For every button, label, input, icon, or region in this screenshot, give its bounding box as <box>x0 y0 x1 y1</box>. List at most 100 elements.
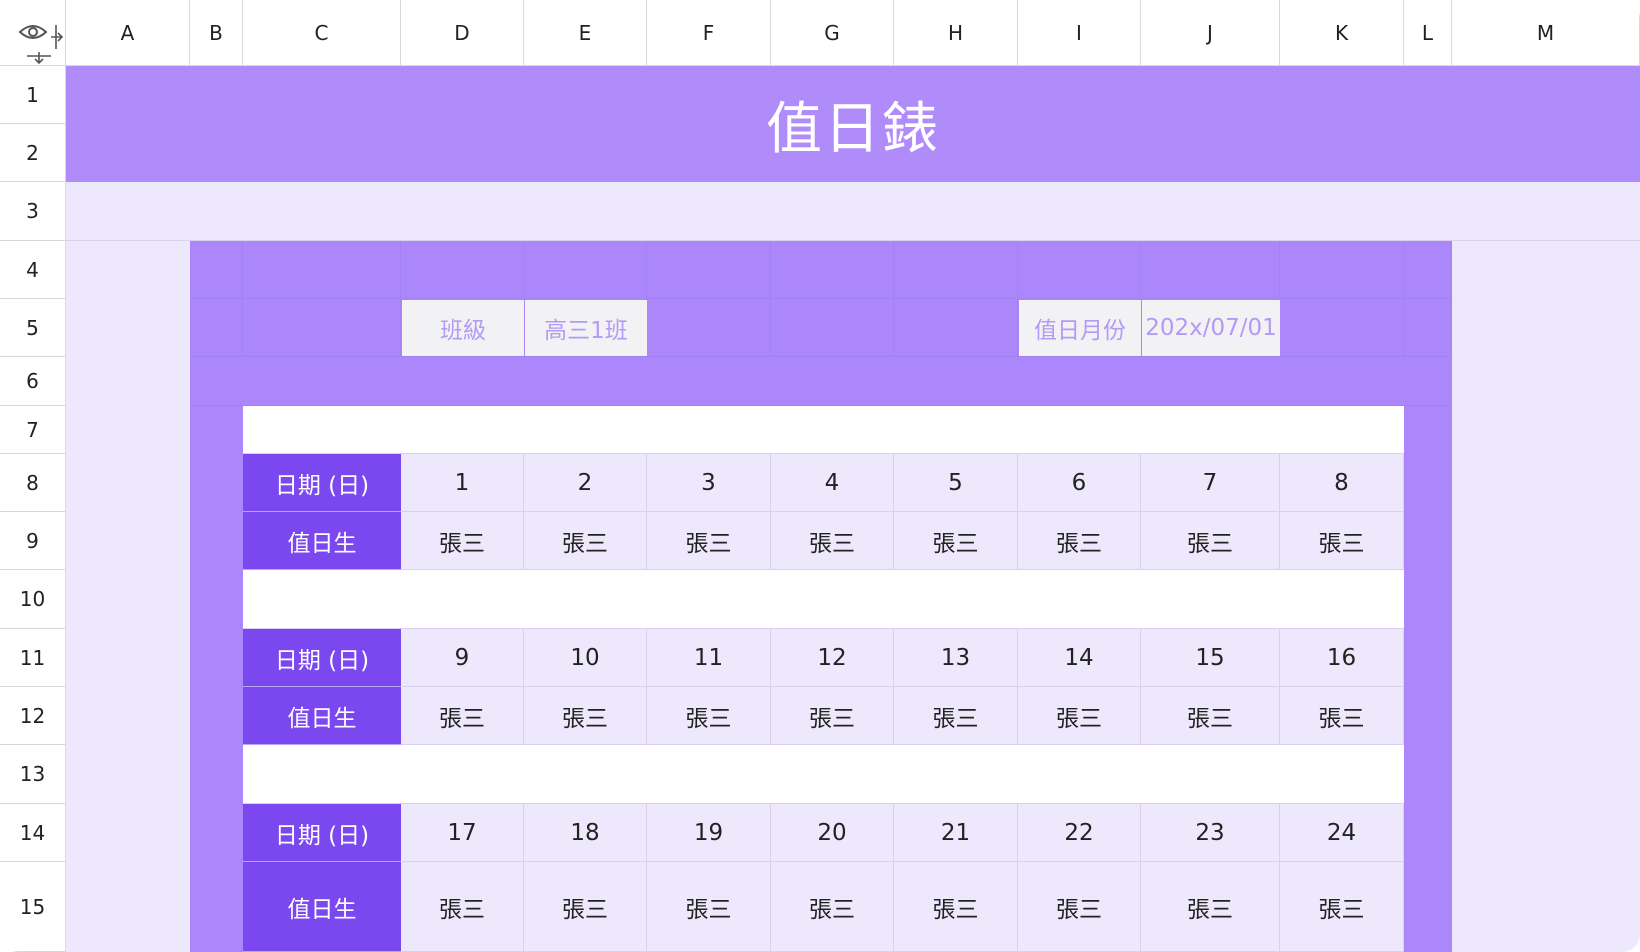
row-header-3[interactable]: 3 <box>0 182 66 241</box>
row-header-11[interactable]: 11 <box>0 629 66 687</box>
sheet-title: 值日錶 <box>766 96 940 162</box>
duty-name-cell[interactable]: 張三 <box>647 862 771 952</box>
date-cell[interactable]: 22 <box>1018 804 1141 862</box>
column-header-m[interactable]: M <box>1452 0 1640 66</box>
row-header-2[interactable]: 2 <box>0 124 66 182</box>
duty-name-cell[interactable]: 張三 <box>1018 862 1141 952</box>
duty-name-cell[interactable]: 張三 <box>647 512 771 570</box>
duty-name-cell[interactable]: 張三 <box>524 687 647 745</box>
frame-cell <box>771 299 894 357</box>
duty-name-cell[interactable]: 張三 <box>894 862 1018 952</box>
row-header-8[interactable]: 8 <box>0 454 66 512</box>
column-header-b[interactable]: B <box>190 0 243 66</box>
date-cell[interactable]: 11 <box>647 629 771 687</box>
duty-name-cell[interactable]: 張三 <box>894 512 1018 570</box>
column-header-h[interactable]: H <box>894 0 1018 66</box>
row-header-13[interactable]: 13 <box>0 745 66 804</box>
date-cell[interactable]: 23 <box>1141 804 1280 862</box>
row-header-14[interactable]: 14 <box>0 804 66 862</box>
row-header-4[interactable]: 4 <box>0 241 66 299</box>
date-cell[interactable]: 6 <box>1018 454 1141 512</box>
spreadsheet: ABCDEFGHIJKLM 1 2 3 4 5 6 7 8 9 10 11 12 13 14 15 值日錶班… <box>0 0 1640 952</box>
column-header-g[interactable]: G <box>771 0 894 66</box>
duty-name-cell[interactable]: 張三 <box>771 862 894 952</box>
duty-name-cell[interactable]: 張三 <box>1141 512 1280 570</box>
duty-name-cell[interactable]: 張三 <box>1280 862 1404 952</box>
duty-name-cell[interactable]: 張三 <box>524 862 647 952</box>
frame-cell <box>1018 241 1141 299</box>
eye-icon[interactable] <box>18 22 48 42</box>
frame-cell <box>1280 299 1404 357</box>
date-cell[interactable]: 9 <box>401 629 524 687</box>
row-header-5[interactable]: 5 <box>0 299 66 357</box>
date-cell[interactable]: 3 <box>647 454 771 512</box>
date-cell[interactable]: 18 <box>524 804 647 862</box>
column-header-a[interactable]: A <box>66 0 190 66</box>
frame-cell <box>771 241 894 299</box>
class-value[interactable]: 高三1班 <box>525 300 647 356</box>
duty-name-cell[interactable]: 張三 <box>771 512 894 570</box>
duty-name-cell[interactable]: 張三 <box>647 687 771 745</box>
month-value[interactable]: 202x/07/01 <box>1142 300 1280 356</box>
date-cell[interactable]: 16 <box>1280 629 1404 687</box>
duty-name-cell[interactable]: 張三 <box>401 512 524 570</box>
row-header-9[interactable]: 9 <box>0 512 66 570</box>
date-cell[interactable]: 21 <box>894 804 1018 862</box>
date-cell[interactable]: 10 <box>524 629 647 687</box>
frame-cell <box>401 241 524 299</box>
date-cell[interactable]: 24 <box>1280 804 1404 862</box>
date-cell[interactable]: 1 <box>401 454 524 512</box>
spacer-row-13 <box>243 745 1404 804</box>
date-label: 日期 (日) <box>243 629 401 687</box>
frame-cell <box>894 299 1018 357</box>
duty-label: 值日生 <box>243 512 401 570</box>
row-header-15[interactable]: 15 <box>0 862 66 952</box>
row-header-10[interactable]: 10 <box>0 570 66 629</box>
column-header-e[interactable]: E <box>524 0 647 66</box>
duty-name-cell[interactable]: 張三 <box>1141 862 1280 952</box>
duty-name-cell[interactable]: 張三 <box>771 687 894 745</box>
frame-cell <box>190 299 243 357</box>
column-header-c[interactable]: C <box>243 0 401 66</box>
date-cell[interactable]: 2 <box>524 454 647 512</box>
duty-name-cell[interactable]: 張三 <box>401 862 524 952</box>
duty-name-cell[interactable]: 張三 <box>1280 512 1404 570</box>
date-cell[interactable]: 8 <box>1280 454 1404 512</box>
column-header-f[interactable]: F <box>647 0 771 66</box>
date-label: 日期 (日) <box>243 454 401 512</box>
duty-name-cell[interactable]: 張三 <box>1141 687 1280 745</box>
duty-name-cell[interactable]: 張三 <box>1018 512 1141 570</box>
row-header-12[interactable]: 12 <box>0 687 66 745</box>
date-cell[interactable]: 13 <box>894 629 1018 687</box>
duty-name-cell[interactable]: 張三 <box>1280 687 1404 745</box>
date-cell[interactable]: 5 <box>894 454 1018 512</box>
class-label[interactable]: 班級 <box>402 300 524 356</box>
date-cell[interactable]: 4 <box>771 454 894 512</box>
light-band-right <box>1452 241 1640 952</box>
column-header-i[interactable]: I <box>1018 0 1141 66</box>
light-band-left <box>66 241 190 952</box>
duty-name-cell[interactable]: 張三 <box>524 512 647 570</box>
duty-name-cell[interactable]: 張三 <box>894 687 1018 745</box>
date-cell[interactable]: 20 <box>771 804 894 862</box>
column-header-k[interactable]: K <box>1280 0 1404 66</box>
row-header-6[interactable]: 6 <box>0 357 66 406</box>
month-label[interactable]: 值日月份 <box>1019 300 1141 356</box>
duty-name-cell[interactable]: 張三 <box>401 687 524 745</box>
date-cell[interactable]: 15 <box>1141 629 1280 687</box>
date-cell[interactable]: 12 <box>771 629 894 687</box>
column-header-j[interactable]: J <box>1141 0 1280 66</box>
duty-label: 值日生 <box>243 862 401 952</box>
row-header-1[interactable]: 1 <box>0 66 66 124</box>
date-cell[interactable]: 14 <box>1018 629 1141 687</box>
frame-cell <box>647 241 771 299</box>
title-banner[interactable]: 值日錶 <box>66 66 1640 182</box>
date-cell[interactable]: 17 <box>401 804 524 862</box>
duty-name-cell[interactable]: 張三 <box>1018 687 1141 745</box>
row-header-7[interactable]: 7 <box>0 406 66 454</box>
date-cell[interactable]: 19 <box>647 804 771 862</box>
date-cell[interactable]: 7 <box>1141 454 1280 512</box>
frame-cell <box>190 241 243 299</box>
column-header-l[interactable]: L <box>1404 0 1452 66</box>
column-header-d[interactable]: D <box>401 0 524 66</box>
